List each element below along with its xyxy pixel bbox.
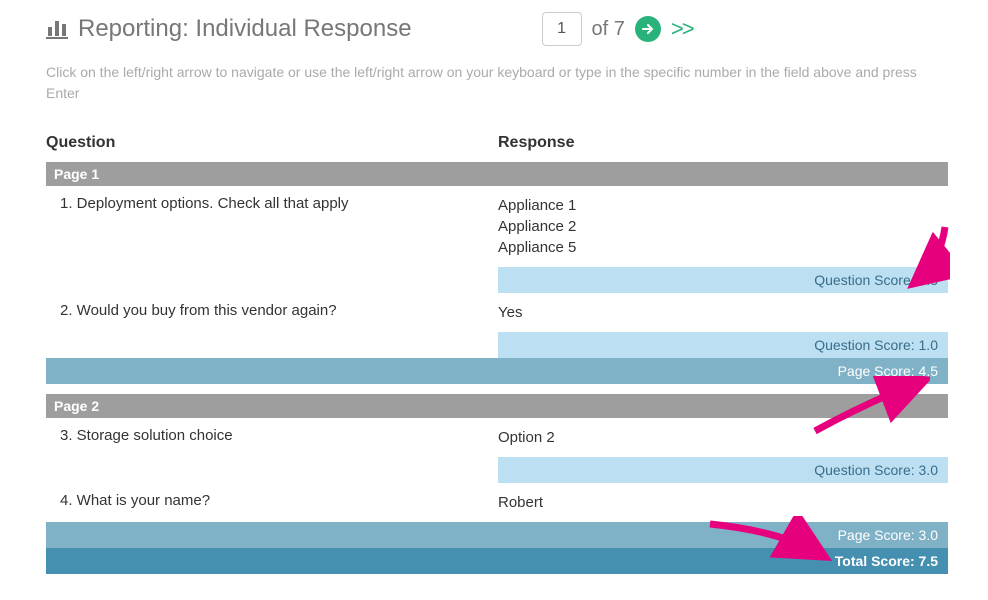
page-header: Page 2 [46, 394, 948, 418]
page-header: Page 1 [46, 162, 948, 186]
question-row: 1. Deployment options. Check all that ap… [46, 186, 948, 267]
question-row: 4. What is your name?Robert [46, 483, 948, 522]
response-text: Option 2 [498, 427, 934, 448]
go-next-button[interactable] [635, 16, 661, 42]
question-score: Question Score: 3.5 [498, 267, 948, 293]
question-score: Question Score: 3.0 [498, 457, 948, 483]
response-text: Yes [498, 302, 934, 323]
of-label: of 7 [592, 18, 625, 41]
column-header-question: Question [46, 134, 498, 152]
response-text: Appliance 1 Appliance 2 Appliance 5 [498, 195, 934, 258]
question-score: Question Score: 1.0 [498, 332, 948, 358]
page-number-input[interactable] [542, 12, 582, 46]
response-text: Robert [498, 492, 934, 513]
question-row: 2. Would you buy from this vendor again?… [46, 293, 948, 332]
page-score: Page Score: 3.0 [46, 522, 948, 548]
question-text: 3. Storage solution choice [60, 427, 498, 448]
column-header-response: Response [498, 134, 948, 152]
question-text: 2. Would you buy from this vendor again? [60, 302, 498, 323]
question-text: 4. What is your name? [60, 492, 498, 513]
helper-text: Click on the left/right arrow to navigat… [46, 62, 948, 104]
page-score: Page Score: 4.5 [46, 358, 948, 384]
page-title: Reporting: Individual Response [78, 15, 412, 43]
skip-forward-button[interactable]: >> [671, 16, 693, 42]
question-row: 3. Storage solution choiceOption 2 [46, 418, 948, 457]
bar-chart-icon [46, 19, 68, 39]
total-score: Total Score: 7.5 [46, 548, 948, 574]
question-text: 1. Deployment options. Check all that ap… [60, 195, 498, 258]
